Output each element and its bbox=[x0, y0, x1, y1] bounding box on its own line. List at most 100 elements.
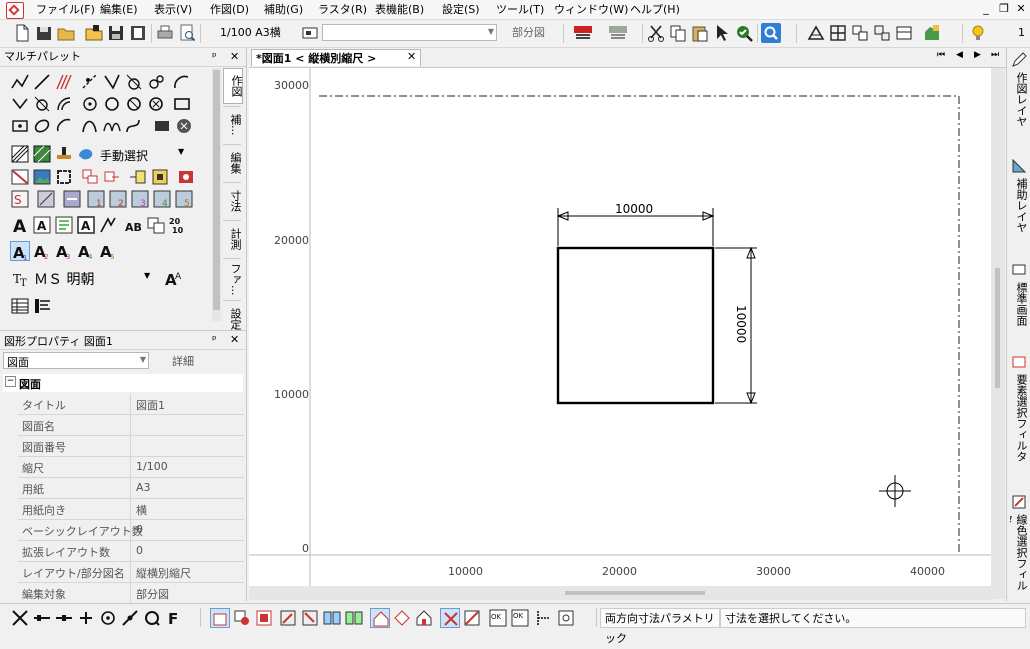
close-window-button[interactable]: ✕ bbox=[1013, 1, 1029, 17]
property-row[interactable]: タイトル 図面1 bbox=[18, 394, 244, 415]
dimension-block-icon[interactable] bbox=[62, 189, 82, 209]
app-logo-icon[interactable] bbox=[6, 2, 24, 19]
select-shape-icon[interactable] bbox=[232, 608, 252, 628]
property-row[interactable]: 図面番号 bbox=[18, 436, 244, 457]
property-value[interactable]: 0 bbox=[136, 523, 143, 536]
property-row[interactable]: 図面名 bbox=[18, 415, 244, 436]
coordinate-input-icon[interactable] bbox=[534, 608, 554, 628]
property-value[interactable]: 横 bbox=[136, 502, 147, 518]
prev-page-icon[interactable]: ◀ bbox=[956, 50, 963, 60]
hatching-icon[interactable] bbox=[10, 144, 30, 164]
text-style-1-icon[interactable]: A1 bbox=[10, 241, 30, 262]
table-icon[interactable] bbox=[10, 296, 30, 316]
circle-icon[interactable] bbox=[102, 94, 122, 114]
plugin-icon[interactable] bbox=[922, 23, 942, 43]
save-icon[interactable] bbox=[106, 23, 126, 43]
tab-element-filter[interactable]: 要素選択フィルタ bbox=[1010, 374, 1028, 494]
property-row[interactable]: レイアウト/部分図名 縦横別縮尺 bbox=[18, 562, 244, 583]
bend-line-icon[interactable] bbox=[10, 94, 30, 114]
table-list-icon[interactable] bbox=[32, 296, 52, 316]
circle-x-icon[interactable] bbox=[146, 94, 166, 114]
tab-line-color-filter[interactable]: 線色選択フィルタ bbox=[1010, 514, 1028, 600]
frame-icon[interactable] bbox=[54, 167, 74, 187]
bezier-icon[interactable] bbox=[124, 116, 144, 136]
property-row[interactable]: 編集対象 部分図 bbox=[18, 583, 244, 604]
curve-icon[interactable] bbox=[80, 116, 100, 136]
layer-1-icon[interactable]: 1 bbox=[86, 189, 106, 209]
open-folder-icon[interactable] bbox=[56, 23, 76, 43]
tab-draw[interactable]: 作図 bbox=[223, 68, 243, 104]
font-size-icon[interactable]: AA bbox=[164, 268, 184, 288]
rectangle-icon[interactable] bbox=[172, 94, 192, 114]
layer-4-icon[interactable]: 4 bbox=[152, 189, 172, 209]
palette-scroll-thumb[interactable] bbox=[213, 70, 220, 310]
last-page-icon[interactable]: ⏭ bbox=[991, 50, 999, 60]
property-group-header[interactable]: − 図面 bbox=[3, 374, 243, 392]
lightbulb-icon[interactable] bbox=[968, 23, 988, 43]
property-row[interactable]: 用紙向き 横 bbox=[18, 499, 244, 520]
next-page-icon[interactable]: ▶ bbox=[974, 50, 981, 60]
horizontal-dimension-text[interactable]: 10000 bbox=[615, 202, 653, 216]
menu-draw[interactable]: 作図(D) bbox=[207, 1, 252, 18]
pin-icon[interactable]: ᵖ bbox=[212, 333, 217, 346]
menu-help[interactable]: ヘルプ(H) bbox=[627, 1, 683, 18]
line-color-icon[interactable] bbox=[1011, 494, 1027, 510]
redo-icon[interactable] bbox=[608, 23, 628, 43]
color-filter-icon[interactable] bbox=[344, 608, 364, 628]
menu-view[interactable]: 表示(V) bbox=[151, 1, 195, 18]
property-row[interactable]: 拡張レイアウト数 0 bbox=[18, 541, 244, 562]
tab-draw-layer[interactable]: 作図レイヤ bbox=[1010, 72, 1028, 152]
property-row[interactable]: ベーシックレイアウト数 0 bbox=[18, 520, 244, 541]
block-edit-icon[interactable] bbox=[36, 189, 56, 209]
horizontal-scrollbar[interactable] bbox=[249, 586, 991, 600]
edit-confirm-icon[interactable]: OK bbox=[488, 608, 508, 628]
text-style-4-icon[interactable]: A4 bbox=[76, 241, 96, 261]
minimize-button[interactable]: _ bbox=[978, 1, 994, 17]
font-name-field[interactable]: ＭＳ 明朝 bbox=[34, 269, 94, 289]
group-icon[interactable] bbox=[850, 23, 870, 43]
point-rect-icon[interactable] bbox=[10, 116, 30, 136]
house-grid-icon[interactable] bbox=[414, 608, 434, 628]
triangle-icon[interactable] bbox=[1011, 158, 1027, 174]
drawing-canvas[interactable]: 30000 20000 10000 0 10000 20000 30000 40… bbox=[249, 68, 991, 599]
document-tab[interactable]: *図面1 < 縦横別縮尺 > bbox=[251, 49, 421, 66]
snap-line-icon[interactable] bbox=[32, 608, 52, 628]
menu-settings[interactable]: 設定(S) bbox=[439, 1, 483, 18]
rotation-icon[interactable] bbox=[556, 608, 576, 628]
open-icon[interactable] bbox=[84, 23, 104, 43]
snap-end-icon[interactable] bbox=[10, 608, 30, 628]
first-page-icon[interactable]: ⏮ bbox=[937, 50, 945, 60]
block-icon[interactable]: S bbox=[10, 189, 30, 209]
symbol-library-icon[interactable] bbox=[150, 167, 170, 187]
palette-scrollbar[interactable] bbox=[212, 68, 221, 321]
drawing-svg[interactable] bbox=[249, 68, 991, 599]
tab-assist[interactable]: 補... bbox=[223, 106, 242, 143]
pencil-icon[interactable] bbox=[1011, 52, 1027, 68]
text-style-2-icon[interactable]: A2 bbox=[32, 241, 52, 261]
tab-dimension[interactable]: 寸法 bbox=[223, 182, 242, 219]
angle-line-icon[interactable] bbox=[102, 72, 122, 92]
vertical-scroll-thumb[interactable] bbox=[995, 268, 1000, 388]
tangent-circle-icon[interactable] bbox=[124, 72, 144, 92]
circle-tangent-icon[interactable] bbox=[146, 72, 166, 92]
tab-assist-layer[interactable]: 補助レイヤ bbox=[1010, 178, 1028, 258]
save-as-icon[interactable] bbox=[128, 23, 148, 43]
parallel-lines-icon[interactable] bbox=[54, 72, 74, 92]
vertical-dimension-text[interactable]: 10000 bbox=[734, 305, 748, 343]
photo-icon[interactable] bbox=[32, 167, 52, 187]
collapse-icon[interactable]: − bbox=[5, 376, 16, 387]
layer-5-icon[interactable]: 5 bbox=[174, 189, 194, 209]
undo-icon[interactable] bbox=[573, 23, 593, 43]
layer-2-icon[interactable]: 2 bbox=[108, 189, 128, 209]
ungroup-icon[interactable] bbox=[872, 23, 892, 43]
layer-filter-icon[interactable] bbox=[322, 608, 342, 628]
stamp-icon[interactable] bbox=[54, 144, 74, 164]
layer-icon[interactable] bbox=[300, 23, 320, 43]
tab-measure[interactable]: 計測 bbox=[223, 220, 242, 257]
fill-mode-label[interactable]: 手動選択 bbox=[100, 147, 148, 164]
ellipse-arc-icon[interactable] bbox=[54, 116, 74, 136]
symbol-icon[interactable] bbox=[128, 167, 148, 187]
parts-icon[interactable] bbox=[176, 167, 196, 187]
grid-snap-icon[interactable] bbox=[828, 23, 848, 43]
new-file-icon[interactable] bbox=[12, 23, 32, 43]
